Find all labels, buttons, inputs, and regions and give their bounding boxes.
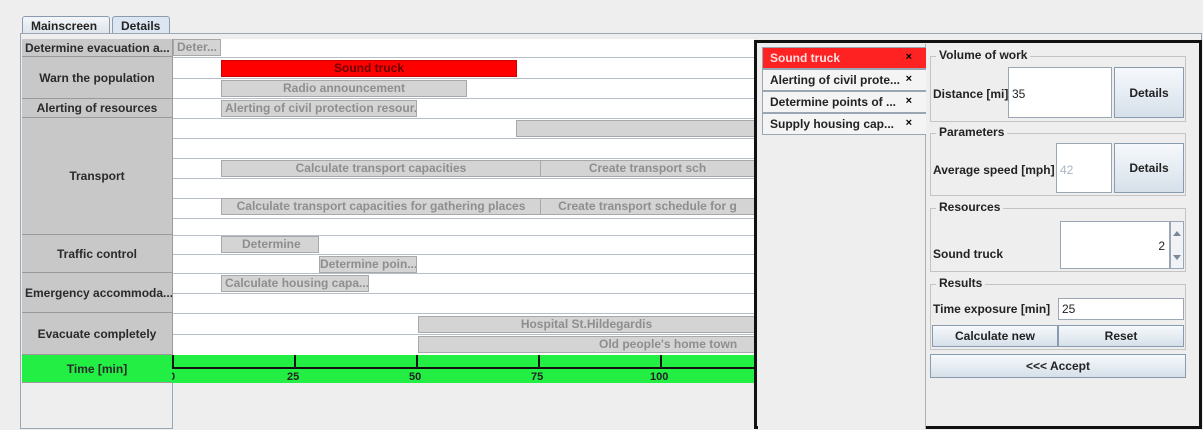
- grid-line: [173, 218, 754, 219]
- task-calculate-gathering-capacities[interactable]: Calculate transport capacities for gathe…: [221, 198, 541, 215]
- speed-label: Average speed [mph]: [933, 163, 1055, 177]
- detail-tab-label: Sound truck: [770, 51, 841, 65]
- grid-line: [173, 158, 754, 159]
- task-determine-points[interactable]: Determine poin...: [319, 256, 417, 273]
- grid-line: [173, 293, 754, 294]
- close-icon[interactable]: ×: [906, 117, 912, 129]
- volume-title: Volume of work: [936, 48, 1031, 62]
- task-create-schedule-gathering[interactable]: Create transport schedule for g: [540, 198, 754, 215]
- grid-line: [173, 178, 754, 179]
- time-axis: 0 25 50 75 100: [172, 355, 754, 383]
- close-icon[interactable]: ×: [906, 95, 912, 107]
- grid-line: [173, 273, 754, 274]
- detail-tab-label: Supply housing cap...: [770, 117, 895, 131]
- row-label-transport[interactable]: Transport: [22, 118, 172, 235]
- reset-button[interactable]: Reset: [1058, 325, 1184, 347]
- grid-line: [173, 313, 754, 314]
- close-icon[interactable]: ×: [906, 73, 912, 85]
- detail-tab-alerting[interactable]: Alerting of civil prote... ×: [762, 69, 926, 91]
- tick-label-75: 75: [531, 371, 544, 383]
- task-calculate-housing[interactable]: Calculate housing capa...: [221, 275, 369, 292]
- volume-details-button[interactable]: Details: [1114, 67, 1184, 118]
- tick-25: [294, 355, 296, 369]
- tick-100: [660, 355, 662, 369]
- task-create-transport-schedule[interactable]: Create transport sch: [540, 160, 754, 177]
- tick-75: [538, 355, 540, 369]
- gantt-chart: Deter... Sound truck Radio announcement …: [172, 39, 754, 355]
- detail-tab-label: Alerting of civil prote...: [770, 73, 901, 87]
- row-label-warn-population[interactable]: Warn the population: [22, 57, 172, 99]
- tick-50: [416, 355, 418, 369]
- time-exposure-input[interactable]: 25: [1058, 298, 1184, 320]
- task-old-peoples-home[interactable]: Old people's home town: [418, 336, 754, 353]
- time-exposure-label: Time exposure [min]: [933, 302, 1051, 316]
- grid-line: [173, 98, 754, 99]
- row-label-emergency-accommodation[interactable]: Emergency accommoda...: [22, 273, 172, 313]
- row-label-evacuate-completely[interactable]: Evacuate completely: [22, 313, 172, 355]
- calculate-new-button[interactable]: Calculate new: [932, 325, 1058, 347]
- spinner-up-icon[interactable]: [1173, 231, 1181, 236]
- tick-label-100: 100: [650, 371, 669, 383]
- grid-line: [173, 78, 754, 79]
- task-determine-evacuation[interactable]: Deter...: [173, 39, 221, 56]
- spinner[interactable]: [1170, 221, 1184, 269]
- tick-label-50: 50: [409, 371, 422, 383]
- row-label-alerting-resources[interactable]: Alerting of resources: [22, 99, 172, 118]
- task-hospital[interactable]: Hospital St.Hildegardis: [418, 316, 754, 333]
- speed-input[interactable]: 42: [1056, 143, 1112, 193]
- tab-details[interactable]: Details: [112, 16, 170, 34]
- accept-button[interactable]: <<< Accept: [930, 354, 1186, 378]
- results-title: Results: [936, 276, 986, 290]
- detail-tab-label: Determine points of ...: [770, 95, 897, 109]
- grid-line: [173, 118, 754, 119]
- task-sound-truck[interactable]: Sound truck: [221, 60, 517, 77]
- time-axis-line: [172, 367, 754, 369]
- task-alerting-civil-protection[interactable]: Alerting of civil protection resour...: [221, 100, 417, 117]
- task-radio-announcement[interactable]: Radio announcement: [221, 80, 467, 97]
- tick-0: [172, 355, 174, 369]
- task-calculate-transport-capacities[interactable]: Calculate transport capacities: [221, 160, 541, 177]
- tick-label-25: 25: [287, 371, 300, 383]
- parameters-title: Parameters: [936, 125, 1008, 139]
- tab-mainscreen[interactable]: Mainscreen: [22, 16, 110, 34]
- grid-line: [173, 138, 754, 139]
- sound-truck-count-value: 2: [1158, 239, 1165, 253]
- distance-input[interactable]: 35: [1008, 67, 1112, 118]
- grid-line: [173, 57, 754, 58]
- row-label-time: Time [min]: [22, 355, 172, 383]
- parameters-details-button[interactable]: Details: [1114, 143, 1184, 193]
- tick-label-0: 0: [172, 371, 176, 383]
- sound-truck-label: Sound truck: [933, 247, 1004, 261]
- close-icon[interactable]: ×: [906, 51, 912, 63]
- row-label-traffic-control[interactable]: Traffic control: [22, 235, 172, 273]
- task-determine[interactable]: Determine: [221, 236, 319, 253]
- grid-line: [173, 334, 754, 335]
- detail-tab-determine-points[interactable]: Determine points of ... ×: [762, 91, 926, 113]
- sound-truck-count[interactable]: 2: [1060, 221, 1170, 269]
- detail-tab-sound-truck[interactable]: Sound truck ×: [762, 47, 926, 69]
- row-label-determine-evacuation[interactable]: Determine evacuation a...: [22, 39, 172, 57]
- spinner-down-icon[interactable]: [1173, 255, 1181, 260]
- detail-tab-supply-housing[interactable]: Supply housing cap... ×: [762, 113, 926, 135]
- distance-label: Distance [mi]: [933, 87, 1009, 101]
- task-transport-bar[interactable]: [516, 120, 754, 137]
- resources-title: Resources: [936, 200, 1004, 214]
- grid-line: [173, 254, 754, 255]
- empty-area: [172, 383, 754, 429]
